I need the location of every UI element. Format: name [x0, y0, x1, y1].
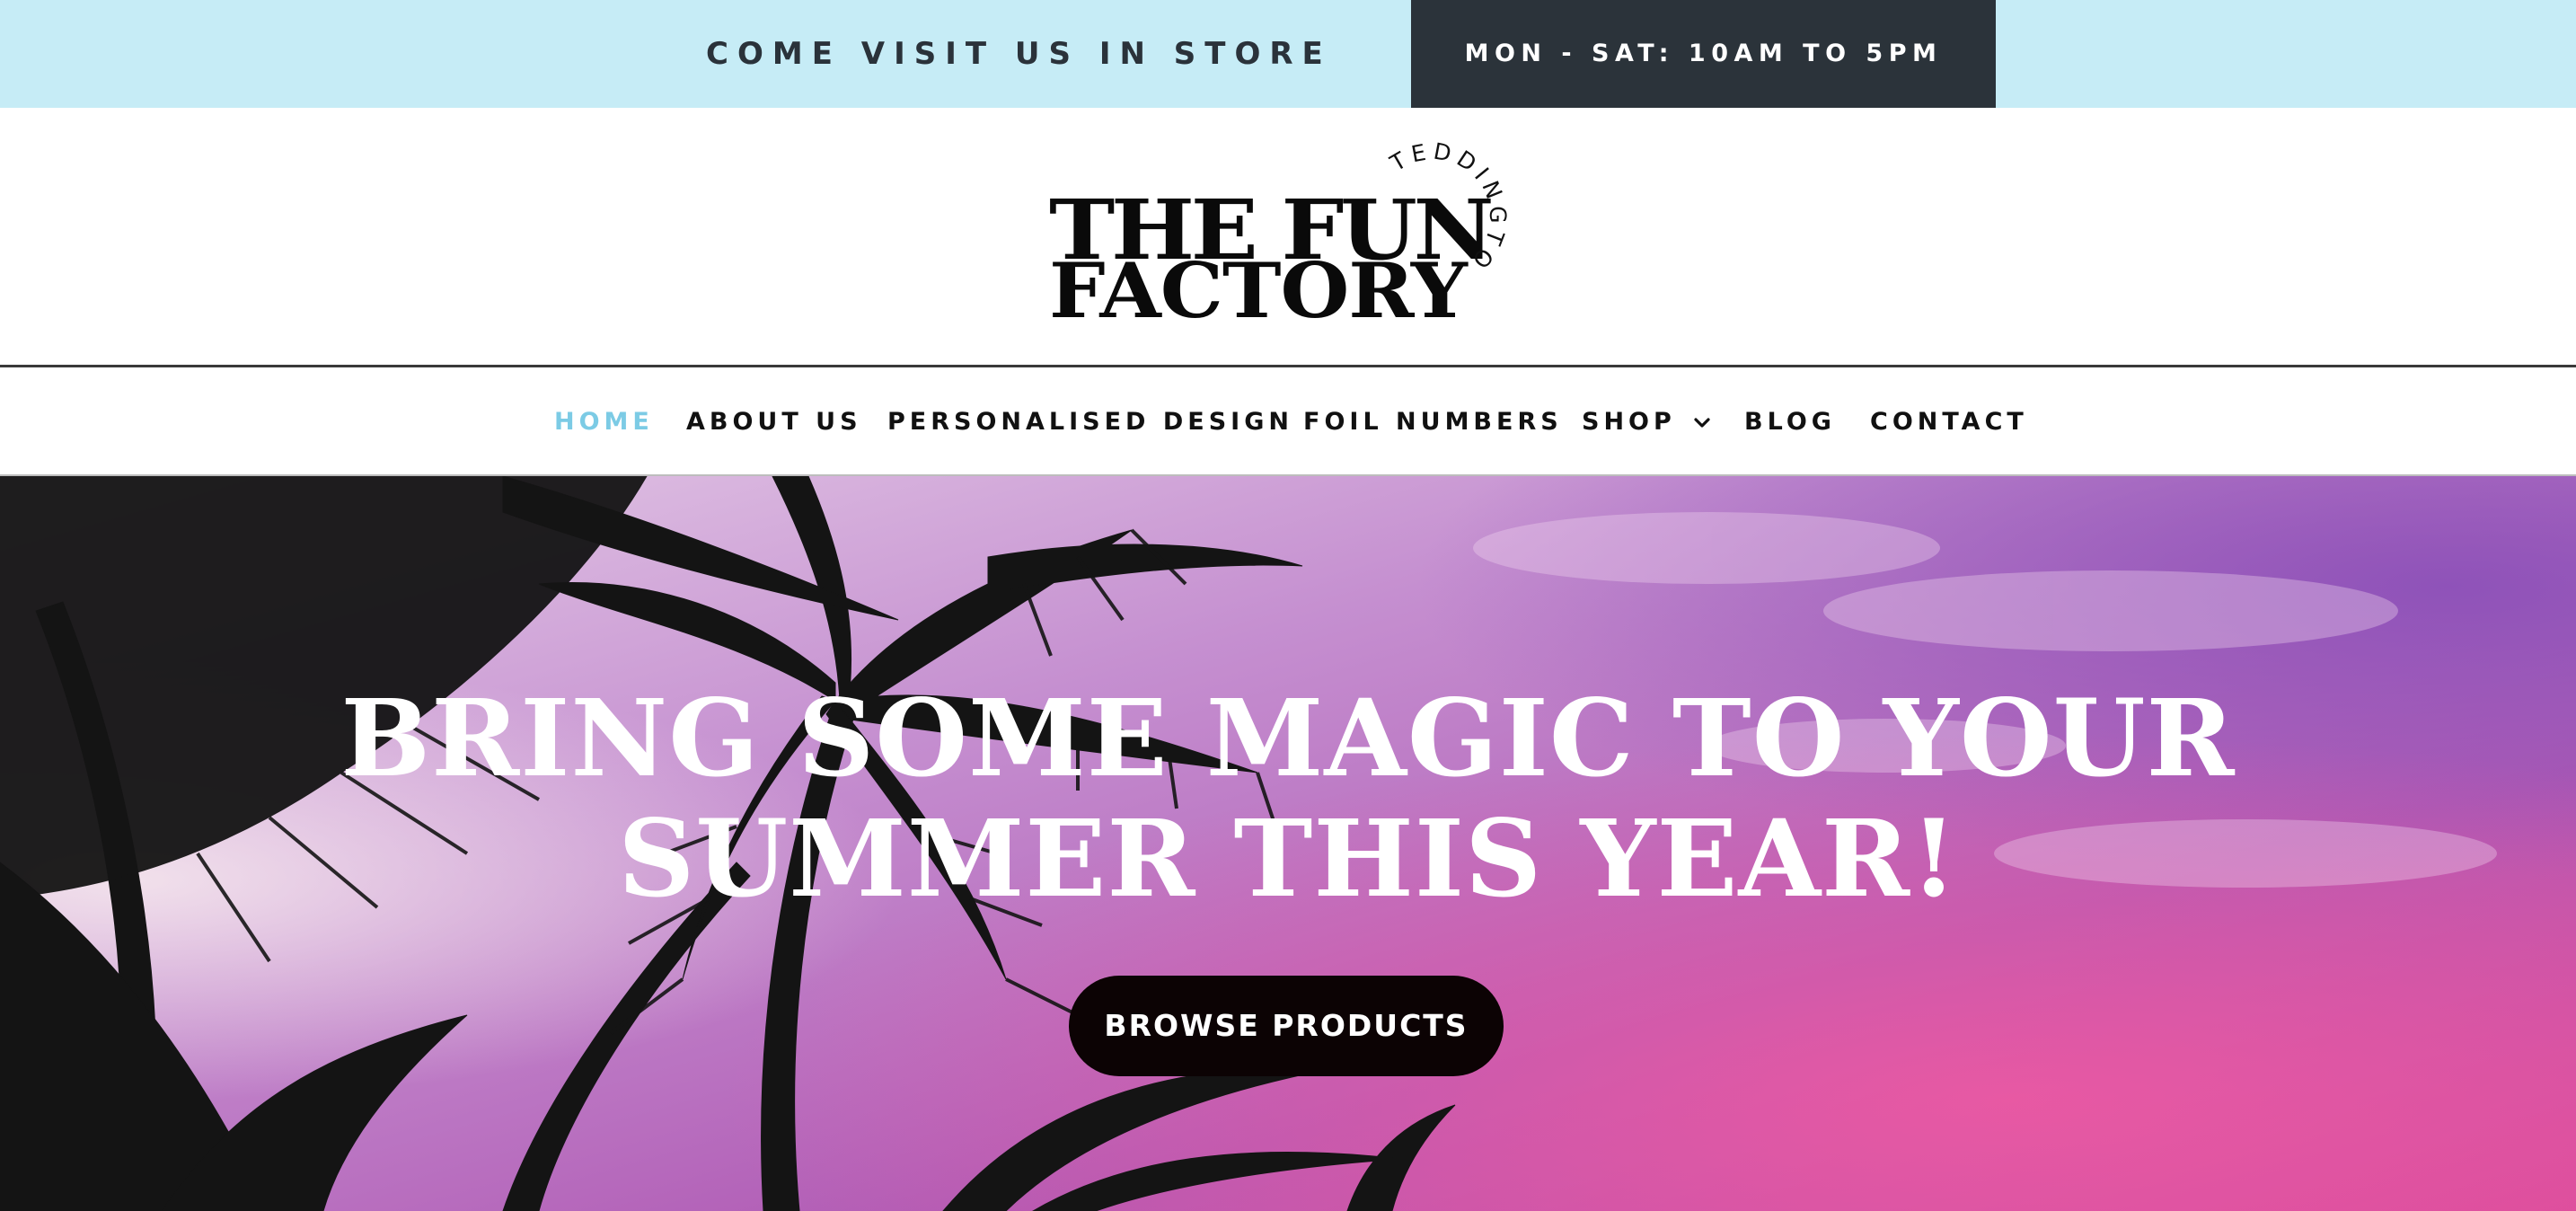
nav-item-contact[interactable]: CONTACT [1870, 367, 2028, 476]
hero-title-line-2: SUMMER THIS YEAR! [618, 796, 1958, 921]
nav-item-about-us[interactable]: ABOUT US [686, 367, 862, 476]
nav-item-personalised-design[interactable]: PERSONALISED DESIGN [887, 367, 1293, 476]
opening-hours-badge: MON - SAT: 10AM TO 5PM [1411, 0, 1996, 108]
hero-banner: BRING SOME MAGIC TO YOUR SUMMER THIS YEA… [0, 476, 2576, 1211]
nav-item-home[interactable]: HOME [554, 367, 654, 476]
nav-item-foil-numbers[interactable]: FOIL NUMBERS [1303, 367, 1563, 476]
svg-text:TEDDINGTON: TEDDINGTON [1038, 87, 1512, 278]
nav-item-blog[interactable]: BLOG [1744, 367, 1836, 476]
hero-title: BRING SOME MAGIC TO YOUR SUMMER THIS YEA… [0, 678, 2576, 919]
logo-arc-label: TEDDINGTON [1038, 87, 1506, 278]
site-logo[interactable]: THE FUN FACTORY TEDDINGTON [1038, 87, 1552, 361]
visit-store-text: COME VISIT US IN STORE [706, 36, 1332, 72]
header-logo-area: THE FUN FACTORY TEDDINGTON [0, 87, 2576, 366]
hero-title-line-1: BRING SOME MAGIC TO YOUR [340, 676, 2236, 800]
main-nav: HOME ABOUT US PERSONALISED DESIGN FOIL N… [0, 367, 2576, 476]
nav-item-shop-label: SHOP [1582, 408, 1676, 436]
announcement-bar: COME VISIT US IN STORE MON - SAT: 10AM T… [0, 0, 2576, 108]
logo-arc-text: TEDDINGTON [1038, 87, 1506, 278]
nav-item-shop[interactable]: SHOP [1582, 367, 1712, 476]
chevron-down-icon [1694, 417, 1710, 428]
browse-products-button[interactable]: BROWSE PRODUCTS [1069, 976, 1504, 1076]
